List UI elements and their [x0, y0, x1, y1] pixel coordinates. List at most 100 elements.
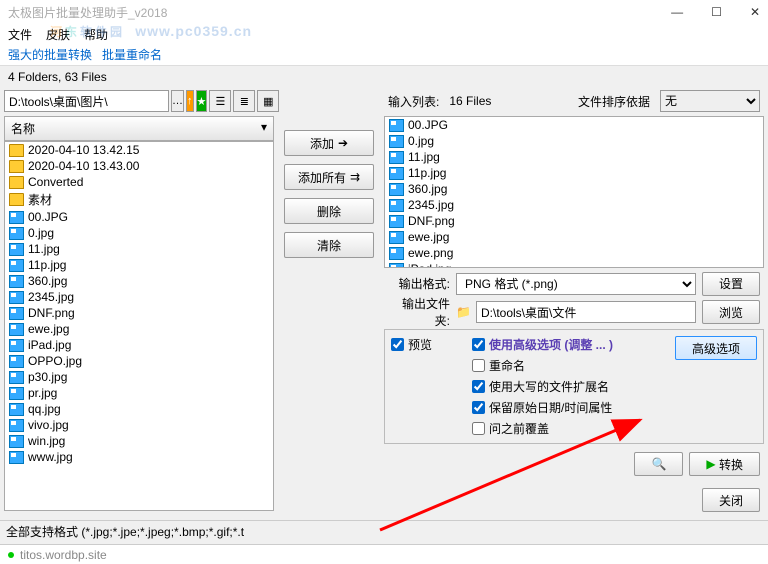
folder-icon: 📁 [456, 305, 470, 319]
list-item[interactable]: ewe.jpg [385, 229, 763, 245]
path-input[interactable] [4, 90, 169, 112]
advanced-options-checkbox[interactable]: 使用高级选项 (调整 ... ) [472, 336, 613, 353]
list-item[interactable]: 2345.jpg [5, 289, 273, 305]
image-icon [9, 451, 24, 464]
ask-overwrite-checkbox[interactable]: 问之前覆盖 [472, 420, 613, 437]
image-icon [389, 215, 404, 228]
window-title: 太极图片批量处理助手_v2018 [8, 4, 671, 21]
list-item[interactable]: Converted [5, 174, 273, 190]
image-icon [389, 167, 404, 180]
close-button[interactable]: 关闭 [702, 488, 760, 512]
sort-select[interactable]: 无 [660, 90, 760, 112]
list-item[interactable]: DNF.png [5, 305, 273, 321]
browse-output-button[interactable]: 浏览 [702, 300, 760, 324]
image-icon [9, 403, 24, 416]
list-item[interactable]: vivo.jpg [5, 417, 273, 433]
list-item[interactable]: 2345.jpg [385, 197, 763, 213]
list-item[interactable]: ewe.png [385, 245, 763, 261]
input-file-list[interactable]: 00.JPG0.jpg11.jpg11p.jpg360.jpg2345.jpgD… [384, 116, 764, 268]
uppercase-ext-checkbox[interactable]: 使用大写的文件扩展名 [472, 378, 613, 395]
menu-help[interactable]: 帮助 [84, 26, 108, 43]
image-icon [389, 199, 404, 212]
list-item[interactable]: DNF.png [385, 213, 763, 229]
image-icon [389, 151, 404, 164]
list-item[interactable]: p30.jpg [5, 369, 273, 385]
tab-batch-convert[interactable]: 强大的批量转换 [8, 46, 92, 63]
image-icon [389, 119, 404, 132]
list-item[interactable]: qq.jpg [5, 401, 273, 417]
browse-path-button[interactable]: … [171, 90, 184, 112]
column-menu-icon[interactable]: ▾ [261, 120, 267, 137]
view-list-icon[interactable]: ≣ [233, 90, 255, 112]
supported-formats-label: 全部支持格式 (*.jpg;*.jpe;*.jpeg;*.bmp;*.gif;*… [0, 520, 768, 542]
settings-button[interactable]: 设置 [702, 272, 760, 296]
favorites-button[interactable]: ★ [196, 90, 208, 112]
list-item[interactable]: 0.jpg [5, 225, 273, 241]
menu-skin[interactable]: 皮肤 [46, 26, 70, 43]
image-icon [389, 247, 404, 260]
list-item[interactable]: 11.jpg [5, 241, 273, 257]
list-item[interactable]: 11.jpg [385, 149, 763, 165]
input-list-label: 输入列表: [388, 93, 439, 110]
list-item[interactable]: 2020-04-10 13.43.00 [5, 158, 273, 174]
close-icon[interactable]: ✕ [750, 5, 760, 19]
preview-search-button[interactable]: 🔍 [634, 452, 683, 476]
output-folder-label: 输出文件夹: [388, 295, 450, 329]
image-icon [9, 339, 24, 352]
list-item[interactable]: ewe.jpg [5, 321, 273, 337]
image-icon [9, 291, 24, 304]
list-item[interactable]: OPPO.jpg [5, 353, 273, 369]
input-count: 16 Files [449, 94, 491, 108]
image-icon [9, 435, 24, 448]
list-item[interactable]: 11p.jpg [5, 257, 273, 273]
remove-button[interactable]: 删除 [284, 198, 374, 224]
advanced-options-button[interactable]: 高级选项 [675, 336, 757, 360]
keep-date-checkbox[interactable]: 保留原始日期/时间属性 [472, 399, 613, 416]
tab-batch-rename[interactable]: 批量重命名 [102, 46, 162, 63]
up-folder-button[interactable]: ↑ [186, 90, 194, 112]
output-format-label: 输出格式: [388, 275, 450, 292]
minimize-icon[interactable]: — [671, 5, 683, 19]
list-item[interactable]: iPad.jpg [5, 337, 273, 353]
folder-icon [9, 193, 24, 206]
rename-checkbox[interactable]: 重命名 [472, 357, 613, 374]
list-item[interactable]: 2020-04-10 13.42.15 [5, 142, 273, 158]
folder-icon [9, 160, 24, 173]
list-item[interactable]: 0.jpg [385, 133, 763, 149]
image-icon [9, 211, 24, 224]
image-icon [9, 355, 24, 368]
list-item[interactable]: 360.jpg [5, 273, 273, 289]
image-icon [9, 387, 24, 400]
output-format-select[interactable]: PNG 格式 (*.png) [456, 273, 696, 295]
list-item[interactable]: iPad.jpg [385, 261, 763, 268]
convert-button[interactable]: ▶ 转换 [689, 452, 760, 476]
list-item[interactable]: 00.JPG [5, 209, 273, 225]
status-url: titos.wordbp.site [20, 548, 107, 562]
status-dot-icon [8, 552, 14, 558]
image-icon [389, 231, 404, 244]
list-item[interactable]: 00.JPG [385, 117, 763, 133]
image-icon [9, 307, 24, 320]
column-name[interactable]: 名称 [11, 120, 35, 137]
image-icon [9, 227, 24, 240]
menu-file[interactable]: 文件 [8, 26, 32, 43]
image-icon [9, 275, 24, 288]
list-item[interactable]: 360.jpg [385, 181, 763, 197]
maximize-icon[interactable]: ☐ [711, 5, 722, 19]
folder-icon [9, 176, 24, 189]
list-item[interactable]: 11p.jpg [385, 165, 763, 181]
add-all-button[interactable]: 添加所有 ⇉ [284, 164, 374, 190]
add-button[interactable]: 添加 ➔ [284, 130, 374, 156]
source-file-list[interactable]: 2020-04-10 13.42.152020-04-10 13.43.00Co… [4, 141, 274, 511]
options-panel: 预览 使用高级选项 (调整 ... ) 重命名 使用大写的文件扩展名 保留原始日… [384, 329, 764, 444]
clear-button[interactable]: 清除 [284, 232, 374, 258]
output-folder-input[interactable] [476, 301, 696, 323]
list-item[interactable]: 素材 [5, 190, 273, 209]
image-icon [389, 263, 404, 268]
view-details-icon[interactable]: ☰ [209, 90, 231, 112]
list-item[interactable]: www.jpg [5, 449, 273, 465]
list-item[interactable]: pr.jpg [5, 385, 273, 401]
image-icon [9, 259, 24, 272]
preview-checkbox[interactable]: 预览 [391, 336, 432, 353]
list-item[interactable]: win.jpg [5, 433, 273, 449]
